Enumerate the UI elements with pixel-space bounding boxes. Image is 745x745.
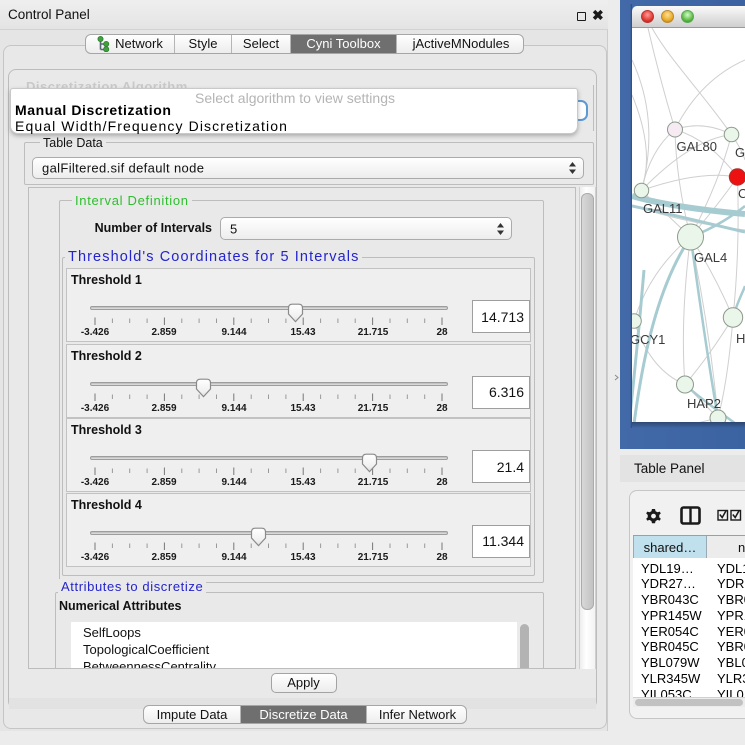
svg-text:GAL11: GAL11 (643, 201, 683, 216)
svg-text:GAL4: GAL4 (694, 250, 727, 265)
svg-text:GAL80: GAL80 (677, 139, 717, 154)
svg-text:HAP2: HAP2 (687, 396, 721, 411)
svg-text:C: C (738, 186, 745, 201)
svg-text:H: H (736, 331, 745, 346)
svg-text:GCY1: GCY1 (632, 332, 665, 347)
svg-text:GA: GA (735, 145, 745, 160)
